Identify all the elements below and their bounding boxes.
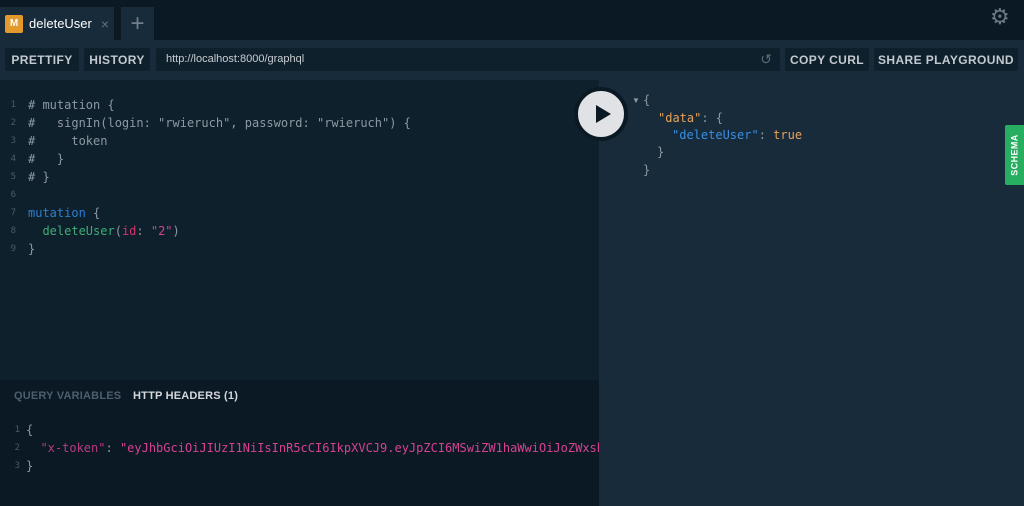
- json-punctuation: :: [758, 128, 774, 142]
- line-number: 4: [10, 154, 16, 164]
- endpoint-url-text: http://localhost:8000/graphql: [166, 53, 305, 65]
- result-line: "data": {: [658, 109, 723, 127]
- line-number: 9: [10, 244, 16, 254]
- header-value: "eyJhbGciOiJIUzI1NiIsInR5cCI6IkpXVCJ9.ey…: [119, 441, 604, 455]
- result-line: "deleteUser": true: [672, 126, 802, 144]
- code-punctuation: :: [136, 224, 151, 238]
- line-number: 6: [10, 190, 16, 200]
- json-value: true: [773, 128, 803, 142]
- code-punctuation: :: [105, 441, 120, 455]
- result-line: }: [643, 161, 650, 179]
- result-line: {: [643, 91, 650, 109]
- json-punctuation: {: [643, 93, 651, 107]
- code-line: 3 # token: [0, 132, 108, 150]
- prettify-button[interactable]: PRETTIFY: [5, 48, 79, 71]
- tab-deleteuser[interactable]: M deleteUser ×: [0, 7, 114, 40]
- tab-bar: M deleteUser × + ⚙: [0, 0, 1024, 40]
- code-punctuation: (: [114, 224, 122, 238]
- code-comment: # token: [28, 134, 108, 148]
- toolbar: PRETTIFY HISTORY http://localhost:8000/g…: [0, 40, 1024, 80]
- code-comment: # signIn(login: "rwieruch", password: "r…: [28, 116, 411, 130]
- variables-headers-panel: QUERY VARIABLES HTTP HEADERS (1) 1{ 2 "x…: [0, 380, 604, 506]
- execute-query-button[interactable]: [574, 87, 628, 141]
- tab-http-headers[interactable]: HTTP HEADERS (1): [133, 390, 238, 402]
- code-punctuation: {: [26, 423, 34, 437]
- reload-schema-icon[interactable]: ↺: [760, 51, 772, 68]
- line-number: 7: [10, 208, 16, 218]
- code-line: 4 # }: [0, 150, 65, 168]
- code-comment: # }: [28, 152, 65, 166]
- mutation-badge: M: [5, 14, 23, 33]
- add-tab-button[interactable]: +: [121, 7, 154, 40]
- json-punctuation: }: [643, 163, 651, 177]
- header-key: "x-token": [40, 441, 106, 455]
- json-key: "data": [658, 111, 702, 125]
- copy-curl-button[interactable]: COPY CURL: [785, 48, 869, 71]
- share-playground-button[interactable]: SHARE PLAYGROUND: [874, 48, 1018, 71]
- code-line[interactable]: 2 "x-token": "eyJhbGciOiJIUzI1NiIsInR5cC…: [0, 439, 604, 457]
- schema-tab[interactable]: SCHEMA: [1005, 125, 1024, 185]
- code-line[interactable]: 1{: [0, 421, 34, 439]
- code-line[interactable]: 3}: [0, 457, 34, 475]
- line-number: 3: [14, 461, 20, 471]
- code-keyword: mutation: [28, 206, 86, 220]
- code-line: 1 # mutation {: [0, 96, 115, 114]
- play-icon: [595, 105, 611, 123]
- code-punctuation: ): [172, 224, 180, 238]
- code-comment: # mutation {: [28, 98, 115, 112]
- endpoint-url-input[interactable]: http://localhost:8000/graphql ↺: [156, 48, 780, 71]
- code-line: 9}: [0, 240, 36, 258]
- line-number: 5: [10, 172, 16, 182]
- code-punctuation: {: [85, 206, 101, 220]
- code-punctuation: }: [26, 459, 34, 473]
- code-line: 8 deleteUser(id: "2"): [0, 222, 180, 240]
- line-number: 3: [10, 136, 16, 146]
- code-argument: id: [121, 224, 137, 238]
- json-key: "deleteUser": [672, 128, 759, 142]
- line-number: 1: [14, 425, 20, 435]
- fold-arrow-icon[interactable]: ▼: [632, 96, 640, 105]
- code-field: deleteUser: [42, 224, 115, 238]
- line-number: 8: [10, 226, 16, 236]
- code-line: 6: [0, 186, 28, 204]
- json-punctuation: }: [657, 145, 665, 159]
- line-number: 2: [14, 443, 20, 453]
- tab-label: deleteUser: [29, 16, 92, 31]
- code-line: 2 # signIn(login: "rwieruch", password: "…: [0, 114, 411, 132]
- schema-label: SCHEMA: [1009, 134, 1020, 176]
- history-button[interactable]: HISTORY: [84, 48, 150, 71]
- code-line: 7 mutation {: [0, 204, 101, 222]
- code-string: "2": [150, 224, 173, 238]
- result-line: }: [657, 143, 664, 161]
- close-icon[interactable]: ×: [101, 16, 109, 32]
- line-number: 1: [10, 100, 16, 110]
- gear-icon[interactable]: ⚙: [990, 6, 1010, 28]
- line-number: 2: [10, 118, 16, 128]
- code-punctuation: }: [28, 242, 36, 256]
- json-punctuation: : {: [701, 111, 724, 125]
- code-comment: # }: [28, 170, 50, 184]
- tab-query-variables[interactable]: QUERY VARIABLES: [14, 390, 121, 402]
- query-editor[interactable]: 1 # mutation { 2 # signIn(login: "rwieruch…: [0, 80, 599, 380]
- code-line: 5 # }: [0, 168, 50, 186]
